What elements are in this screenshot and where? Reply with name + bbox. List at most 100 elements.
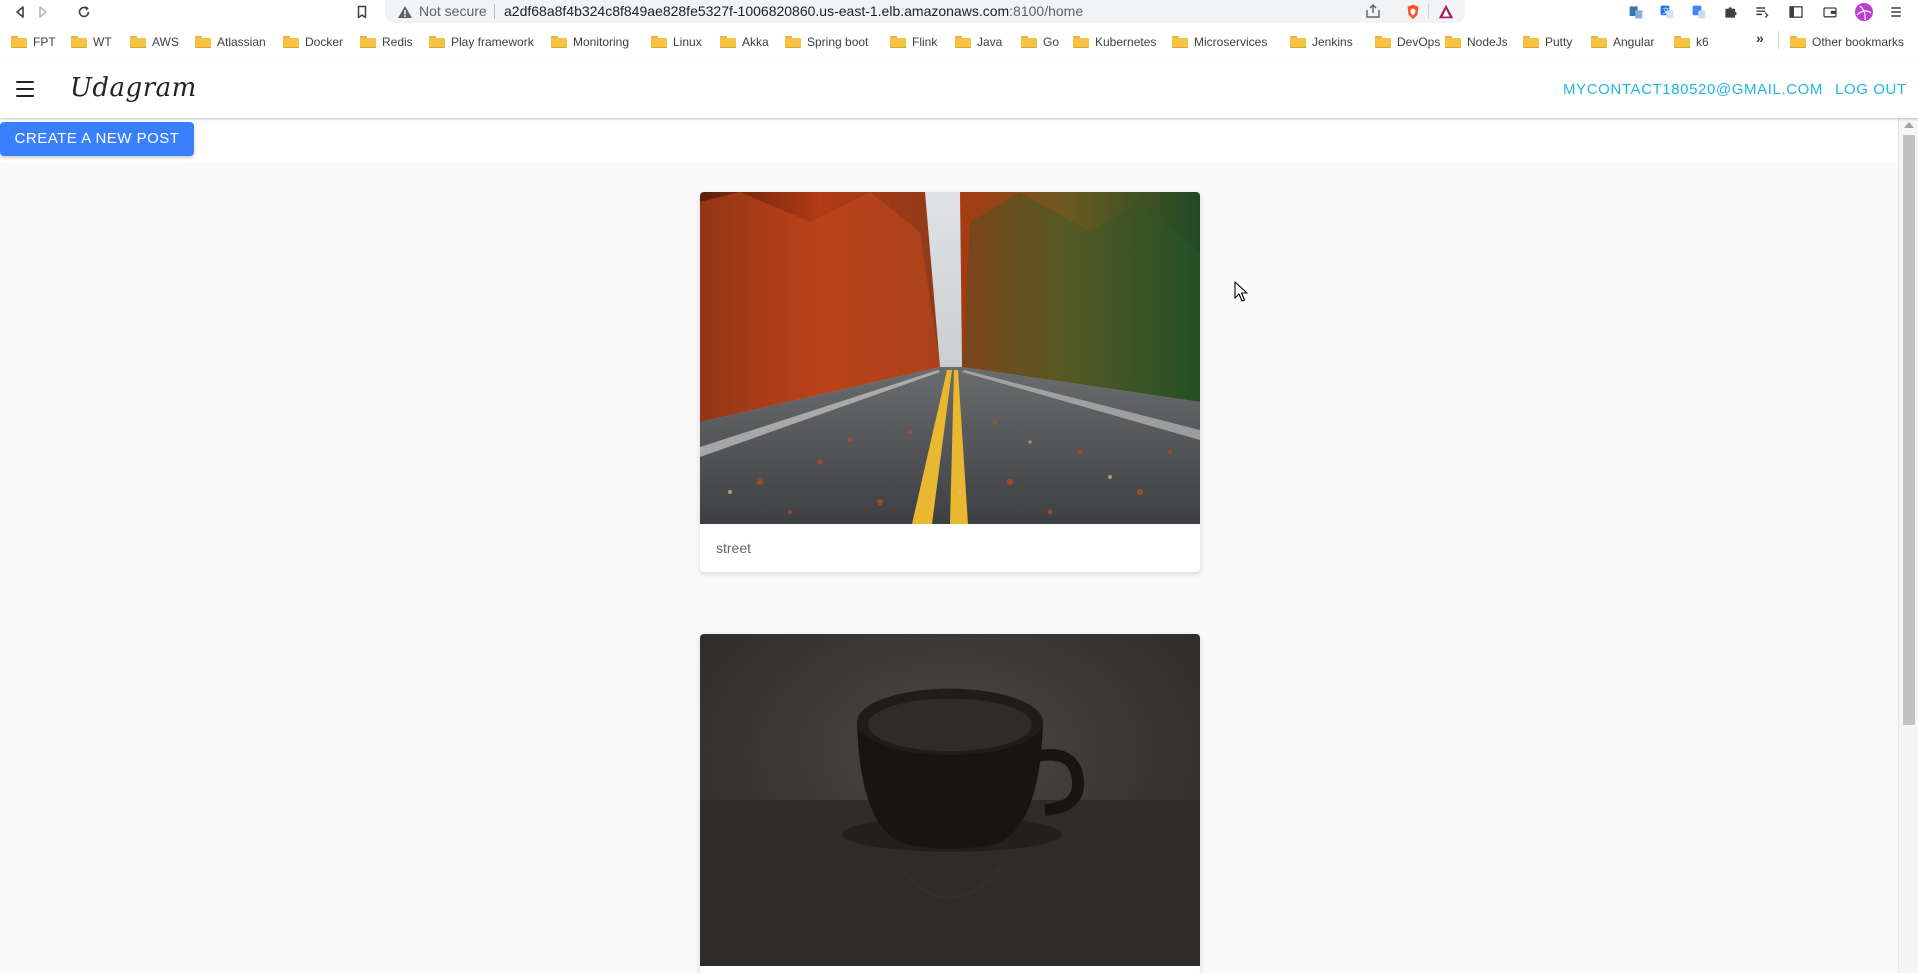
bookmark-label: Jenkins (1312, 35, 1353, 49)
post-feed: street (0, 162, 1898, 973)
bookmark-folder[interactable]: Go (1021, 32, 1059, 52)
warning-icon[interactable] (397, 4, 413, 20)
bookmark-label: Go (1043, 35, 1060, 49)
bookmark-folder[interactable]: FPT (11, 32, 56, 52)
bookmark-label: DevOps (1397, 35, 1441, 49)
bookmark-folder[interactable]: k6 (1674, 32, 1709, 52)
reload-icon[interactable] (74, 2, 94, 21)
url-text[interactable]: a2df68a8f4b324c8f849ae828fe5327f-1006820… (504, 3, 1083, 19)
folder-icon (720, 36, 736, 48)
bookmark-folder[interactable]: NodeJs (1445, 32, 1508, 52)
bookmark-label: Atlassian (217, 35, 266, 49)
bookmark-folder[interactable]: Angular (1591, 32, 1654, 52)
reading-list-icon[interactable] (1752, 2, 1772, 22)
folder-icon (1375, 36, 1391, 48)
post-image-coffee-cup (700, 634, 1200, 966)
bookmark-folder[interactable]: Play framework (429, 32, 534, 52)
post-card[interactable] (700, 634, 1200, 973)
bookmark-label: Monitoring (573, 35, 630, 49)
folder-icon (360, 36, 376, 48)
brave-shield-icon[interactable] (1403, 2, 1423, 22)
bookmark-label: Microservices (1194, 35, 1268, 49)
security-label[interactable]: Not secure (419, 3, 487, 19)
more-bookmarks-icon[interactable]: » (1756, 30, 1764, 46)
browser-toolbar: Not secure a2df68a8f4b324c8f849ae828fe53… (0, 0, 1918, 23)
bookmark-label: Redis (382, 35, 413, 49)
user-email-link[interactable]: MYCONTACT180520@GMAIL.COM (1563, 81, 1823, 98)
bookmark-label: Java (977, 35, 1003, 49)
other-bookmarks[interactable]: Other bookmarks (1790, 32, 1904, 52)
bookmark-folder[interactable]: Flink (890, 32, 937, 52)
post-caption: street (716, 540, 752, 556)
create-post-button[interactable]: CREATE A NEW POST (0, 122, 194, 156)
folder-icon (1172, 36, 1188, 48)
sidebar-toggle-icon[interactable] (1786, 2, 1806, 22)
folder-icon (283, 36, 299, 48)
hamburger-menu-icon[interactable] (14, 79, 36, 99)
page-scrollbar[interactable] (1898, 118, 1918, 973)
mouse-cursor-icon (1234, 281, 1248, 302)
folder-icon (1021, 36, 1037, 48)
bookmark-label: Other bookmarks (1812, 35, 1905, 49)
profile-avatar-icon[interactable] (1854, 2, 1874, 22)
extensions-puzzle-icon[interactable] (1721, 2, 1741, 22)
folder-icon (1073, 36, 1089, 48)
folder-icon (1674, 36, 1690, 48)
url-path: :8100/home (1009, 3, 1084, 19)
folder-icon (1790, 36, 1806, 48)
logout-button[interactable]: LOG OUT (1835, 81, 1907, 98)
bookmark-label: Flink (912, 35, 938, 49)
bookmark-label: Spring boot (807, 35, 869, 49)
extension-translate-icon[interactable] (1626, 2, 1646, 22)
back-icon[interactable] (10, 2, 30, 21)
bookmark-folder[interactable]: Spring boot (785, 32, 868, 52)
brave-rewards-icon[interactable] (1436, 2, 1456, 22)
bookmark-folder[interactable]: Akka (720, 32, 769, 52)
folder-icon (785, 36, 801, 48)
bookmark-folder[interactable]: Atlassian (195, 32, 266, 52)
scroll-up-arrow-icon[interactable] (1904, 122, 1914, 128)
browser-menu-icon[interactable] (1886, 2, 1906, 22)
bookmark-folder[interactable]: WT (71, 32, 112, 52)
bookmark-label: k6 (1696, 35, 1709, 49)
bookmark-folder[interactable]: Microservices (1172, 32, 1267, 52)
bookmark-label: Angular (1613, 35, 1655, 49)
bookmark-folder[interactable]: Redis (360, 32, 413, 52)
bookmark-folder[interactable]: Docker (283, 32, 343, 52)
omnibox-divider (494, 4, 495, 19)
bookmark-folder[interactable]: AWS (130, 32, 179, 52)
bookmark-label: AWS (152, 35, 179, 49)
app-header: Udagram MYCONTACT180520@GMAIL.COM LOG OU… (0, 60, 1918, 118)
bookmark-label: Play framework (451, 35, 534, 49)
bookmark-label: WT (93, 35, 112, 49)
folder-icon (890, 36, 906, 48)
bookmark-icon[interactable] (352, 2, 372, 21)
bookmark-label: NodeJs (1467, 35, 1508, 49)
bookmark-label: Docker (305, 35, 344, 49)
folder-icon (11, 36, 27, 48)
share-icon[interactable] (1364, 3, 1382, 20)
bookmark-folder[interactable]: Monitoring (551, 32, 629, 52)
folder-icon (955, 36, 971, 48)
url-host: a2df68a8f4b324c8f849ae828fe5327f-1006820… (504, 3, 1010, 19)
bookmark-folder[interactable]: Linux (651, 32, 702, 52)
extension-google-translate-icon[interactable]: 文 (1657, 2, 1677, 22)
post-card[interactable]: street (700, 192, 1200, 572)
post-image-autumn-road (700, 192, 1200, 524)
bookmark-folder[interactable]: Kubernetes (1073, 32, 1156, 52)
bookmark-folder[interactable]: Java (955, 32, 1002, 52)
folder-icon (195, 36, 211, 48)
bookmark-label: FPT (33, 35, 56, 49)
bookmark-label: Kubernetes (1095, 35, 1157, 49)
folder-icon (429, 36, 445, 48)
address-bar[interactable]: Not secure a2df68a8f4b324c8f849ae828fe53… (385, 0, 1465, 23)
wallet-icon[interactable] (1820, 2, 1840, 22)
bookmark-folder[interactable]: DevOps (1375, 32, 1440, 52)
forward-icon[interactable] (33, 2, 53, 21)
toolbar-divider (1428, 4, 1429, 19)
folder-icon (130, 36, 146, 48)
bookmark-folder[interactable]: Putty (1523, 32, 1572, 52)
extension-translate-alt-icon[interactable] (1689, 2, 1709, 22)
bookmark-folder[interactable]: Jenkins (1290, 32, 1353, 52)
scroll-thumb[interactable] (1903, 135, 1915, 725)
